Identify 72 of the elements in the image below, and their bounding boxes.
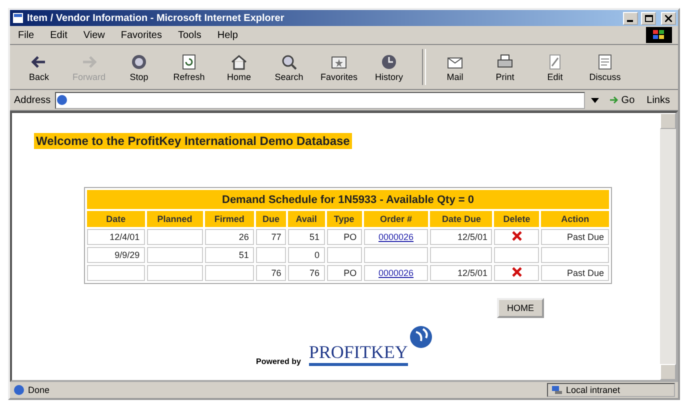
menu-item[interactable]: Favorites — [118, 30, 164, 40]
table-cell: 12/4/01 — [110, 232, 140, 242]
table-cell: 51 — [309, 232, 320, 242]
menu-item[interactable]: Edit — [48, 30, 70, 40]
toolbar-button[interactable]: Stop — [116, 47, 162, 87]
links-button[interactable]: Links — [642, 94, 674, 106]
table-cell: 12/5/01 — [457, 232, 488, 242]
page-icon — [12, 12, 24, 24]
column-header: Action — [561, 214, 590, 224]
toolbar-button[interactable]: Discuss — [582, 47, 628, 87]
globe-icon — [408, 324, 434, 350]
table-cell: 76 — [309, 268, 320, 278]
close-button[interactable] — [661, 12, 676, 24]
column-header: Delete — [503, 214, 530, 224]
table-cell: PO — [344, 268, 357, 278]
table-cell: 0 — [314, 250, 320, 260]
welcome-heading: Welcome to the ProfitKey International Demo Database — [34, 133, 352, 149]
table-title: Demand Schedule for 1N5933 - Available Qty = 0 — [222, 194, 474, 206]
menu-item[interactable]: File — [16, 30, 36, 40]
menu-item[interactable]: View — [81, 30, 107, 40]
delete-x-icon[interactable] — [512, 231, 522, 241]
go-arrow-icon — [609, 95, 620, 105]
table-cell: 51 — [238, 250, 249, 260]
column-header: Order # — [380, 214, 412, 224]
close-icon — [665, 14, 672, 22]
table-cell: Past Due — [566, 268, 604, 278]
go-button[interactable]: Go — [605, 94, 639, 106]
maximize-icon — [644, 14, 652, 22]
table-cell: 76 — [271, 268, 282, 278]
column-header: Planned — [157, 214, 192, 224]
status-text: Done — [28, 385, 50, 395]
zone-text: Local intranet — [566, 385, 620, 395]
toolbar-button[interactable]: Edit — [532, 47, 578, 87]
table-cell: 77 — [271, 232, 282, 242]
toolbar-button[interactable]: Back — [16, 47, 62, 87]
column-header: Type — [334, 214, 354, 224]
network-icon — [551, 385, 563, 395]
column-header: Date — [106, 214, 126, 224]
menu-item[interactable]: Tools — [176, 30, 204, 40]
address-label: Address — [14, 94, 51, 106]
table-cell: 9/9/29 — [114, 250, 140, 260]
address-field[interactable] — [54, 92, 586, 108]
column-header: Date Due — [442, 214, 481, 224]
stop-icon — [129, 52, 149, 72]
table-cell: Past Due — [566, 232, 604, 242]
powered-by-label: Powered by — [256, 357, 301, 366]
maximize-button[interactable] — [641, 12, 656, 24]
history-icon — [379, 52, 399, 72]
home-button[interactable]: HOME — [497, 298, 544, 318]
company-logo: PROFITKEY — [308, 342, 408, 366]
delete-x-icon[interactable] — [512, 267, 522, 277]
menu-item[interactable]: Help — [215, 30, 240, 40]
table-cell: 26 — [238, 232, 249, 242]
toolbar-button[interactable]: Mail — [432, 47, 478, 87]
table-cell: 12/5/01 — [457, 268, 488, 278]
window-title: Item / Vendor Information - Microsoft Internet Explorer — [27, 12, 286, 24]
page-icon — [13, 384, 25, 396]
toolbar-button[interactable]: Home — [216, 47, 262, 87]
toolbar-button[interactable]: History — [366, 47, 412, 87]
page-icon — [56, 94, 68, 106]
toolbar-button[interactable]: Favorites — [316, 47, 362, 87]
column-header: Firmed — [214, 214, 244, 224]
browser-logo-icon — [646, 27, 672, 43]
column-header: Due — [262, 214, 280, 224]
scrollbar[interactable] — [660, 113, 676, 380]
table-cell: PO — [344, 232, 357, 242]
toolbar-button[interactable]: Print — [482, 47, 528, 87]
toolbar-button[interactable]: Refresh — [166, 47, 212, 87]
toolbar-button[interactable]: Search — [266, 47, 312, 87]
house-icon — [229, 52, 249, 72]
minimize-button[interactable] — [623, 12, 638, 24]
column-header: Avail — [296, 214, 317, 224]
